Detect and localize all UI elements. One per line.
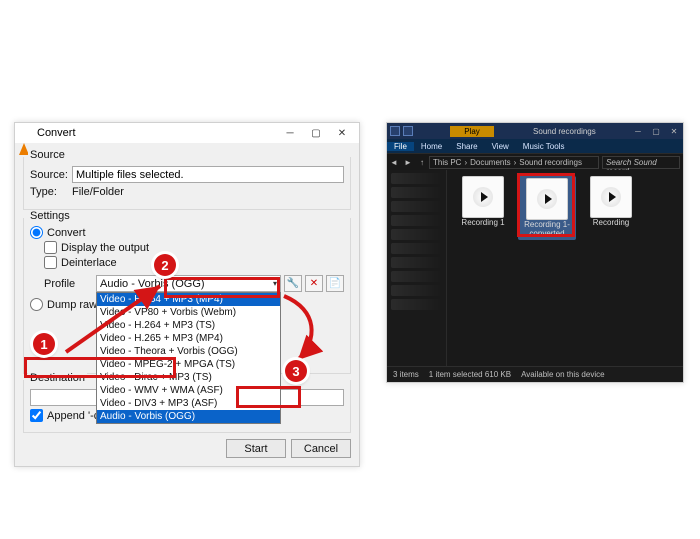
deinterlace-input[interactable] xyxy=(44,256,57,269)
file-item-selected[interactable]: Recording 1-converted xyxy=(518,176,576,240)
status-item-count: 3 items xyxy=(393,370,419,379)
source-label: Source: xyxy=(30,169,72,181)
explorer-nav-pane[interactable] xyxy=(387,170,447,366)
play-icon xyxy=(537,189,557,209)
new-icon: 📄 xyxy=(329,278,341,289)
new-profile-button[interactable]: 📄 xyxy=(326,275,344,292)
profile-option[interactable]: Video - Theora + Vorbis (OGG) xyxy=(97,345,280,358)
convert-dialog: Convert ─ ▢ ✕ Source Source: Type: File/… xyxy=(14,122,360,467)
file-name: Recording 1 xyxy=(461,218,504,227)
exp-close-button[interactable]: ✕ xyxy=(665,124,683,138)
callout-badge-1: 1 xyxy=(33,333,55,355)
nav-back-button[interactable]: ◄ xyxy=(387,158,401,167)
delete-profile-button[interactable]: ✕ xyxy=(305,275,323,292)
folder-icon xyxy=(390,126,400,136)
profile-option[interactable]: Video - VP80 + Vorbis (Webm) xyxy=(97,306,280,319)
ribbon-tab-home[interactable]: Home xyxy=(414,142,449,151)
close-button[interactable]: ✕ xyxy=(329,124,355,142)
settings-group: Settings Convert Display the output Dein… xyxy=(23,218,351,374)
ribbon-tab-file[interactable]: File xyxy=(387,142,414,151)
explorer-titlebar: Play Sound recordings ─ ▢ ✕ xyxy=(387,123,683,139)
destination-group-title: Destination xyxy=(28,372,87,384)
display-output-checkbox[interactable]: Display the output xyxy=(44,241,344,254)
deinterlace-checkbox[interactable]: Deinterlace xyxy=(44,256,344,269)
nav-forward-button[interactable]: ► xyxy=(401,158,415,167)
source-field[interactable] xyxy=(72,166,344,183)
search-input[interactable]: Search Sound record… xyxy=(602,156,680,169)
status-availability: Available on this device xyxy=(521,370,604,379)
file-name: Recording xyxy=(593,218,629,227)
profile-option[interactable]: Video - H.264 + MP3 (TS) xyxy=(97,319,280,332)
append-converted-input[interactable] xyxy=(30,409,43,422)
minimize-button[interactable]: ─ xyxy=(277,124,303,142)
profile-combobox[interactable]: Audio - Vorbis (OGG) ▾ xyxy=(96,275,281,292)
convert-radio-input[interactable] xyxy=(30,226,43,239)
explorer-title: Sound recordings xyxy=(533,127,596,136)
x-icon: ✕ xyxy=(310,278,318,289)
profile-label: Profile xyxy=(44,278,96,290)
window-title: Convert xyxy=(37,127,277,139)
cancel-button[interactable]: Cancel xyxy=(291,439,351,458)
profile-option[interactable]: Video - H.265 + MP3 (MP4) xyxy=(97,332,280,345)
chevron-down-icon: ▾ xyxy=(273,279,277,288)
profile-option[interactable]: Video - DIV3 + MP3 (ASF) xyxy=(97,397,280,410)
profile-option[interactable]: Video - WMV + WMA (ASF) xyxy=(97,384,280,397)
contextual-tab-play[interactable]: Play xyxy=(450,126,494,137)
edit-profile-button[interactable]: 🔧 xyxy=(284,275,302,292)
explorer-file-pane[interactable]: Recording 1 Recording 1-converted Record… xyxy=(447,170,683,366)
ribbon-tab-music-tools[interactable]: Music Tools xyxy=(516,142,572,151)
file-item[interactable]: Recording 1 xyxy=(454,176,512,227)
qa-icon xyxy=(403,126,413,136)
title-bar: Convert ─ ▢ ✕ xyxy=(15,123,359,143)
ribbon-tab-share[interactable]: Share xyxy=(449,142,484,151)
ribbon-tab-view[interactable]: View xyxy=(485,142,516,151)
explorer-ribbon-tabs: File Home Share View Music Tools xyxy=(387,139,683,153)
explorer-address-bar: ◄ ► ↑ This PC› Documents› Sound recordin… xyxy=(387,153,683,170)
start-button[interactable]: Start xyxy=(226,439,286,458)
callout-badge-3: 3 xyxy=(285,360,307,382)
vlc-cone-icon xyxy=(19,126,33,140)
wrench-icon: 🔧 xyxy=(287,278,299,289)
explorer-window: Play Sound recordings ─ ▢ ✕ File Home Sh… xyxy=(386,122,684,383)
type-value: File/Folder xyxy=(72,186,124,198)
breadcrumb-seg[interactable]: This PC xyxy=(433,158,461,167)
profile-selected: Audio - Vorbis (OGG) xyxy=(100,278,205,290)
profile-combo-wrap: Audio - Vorbis (OGG) ▾ Video - H.264 + M… xyxy=(96,275,281,292)
profile-option[interactable]: Audio - Vorbis (OGG) xyxy=(97,410,280,423)
callout-badge-2: 2 xyxy=(154,254,176,276)
settings-group-title: Settings xyxy=(28,210,72,222)
play-icon xyxy=(473,187,493,207)
source-group: Source Source: Type: File/Folder xyxy=(23,157,351,210)
exp-minimize-button[interactable]: ─ xyxy=(629,124,647,138)
profile-dropdown[interactable]: Video - H.264 + MP3 (MP4)Video - VP80 + … xyxy=(96,292,281,424)
breadcrumb[interactable]: This PC› Documents› Sound recordings xyxy=(429,156,599,169)
profile-option[interactable]: Video - H.264 + MP3 (MP4) xyxy=(97,293,280,306)
source-group-title: Source xyxy=(28,149,67,161)
status-selected: 1 item selected 610 KB xyxy=(429,370,511,379)
convert-radio[interactable]: Convert xyxy=(30,226,344,239)
profile-option[interactable]: Video - MPEG-2 + MPGA (TS) xyxy=(97,358,280,371)
exp-maximize-button[interactable]: ▢ xyxy=(647,124,665,138)
profile-option[interactable]: Video - Dirac + MP3 (TS) xyxy=(97,371,280,384)
maximize-button[interactable]: ▢ xyxy=(303,124,329,142)
display-output-input[interactable] xyxy=(44,241,57,254)
type-label: Type: xyxy=(30,186,72,198)
file-name: Recording 1-converted xyxy=(518,220,576,238)
explorer-status-bar: 3 items 1 item selected 610 KB Available… xyxy=(387,366,683,382)
nav-up-button[interactable]: ↑ xyxy=(415,158,429,167)
file-item[interactable]: Recording xyxy=(582,176,640,227)
dump-raw-input[interactable] xyxy=(30,298,43,311)
play-icon xyxy=(601,187,621,207)
breadcrumb-seg[interactable]: Sound recordings xyxy=(519,158,582,167)
breadcrumb-seg[interactable]: Documents xyxy=(470,158,510,167)
